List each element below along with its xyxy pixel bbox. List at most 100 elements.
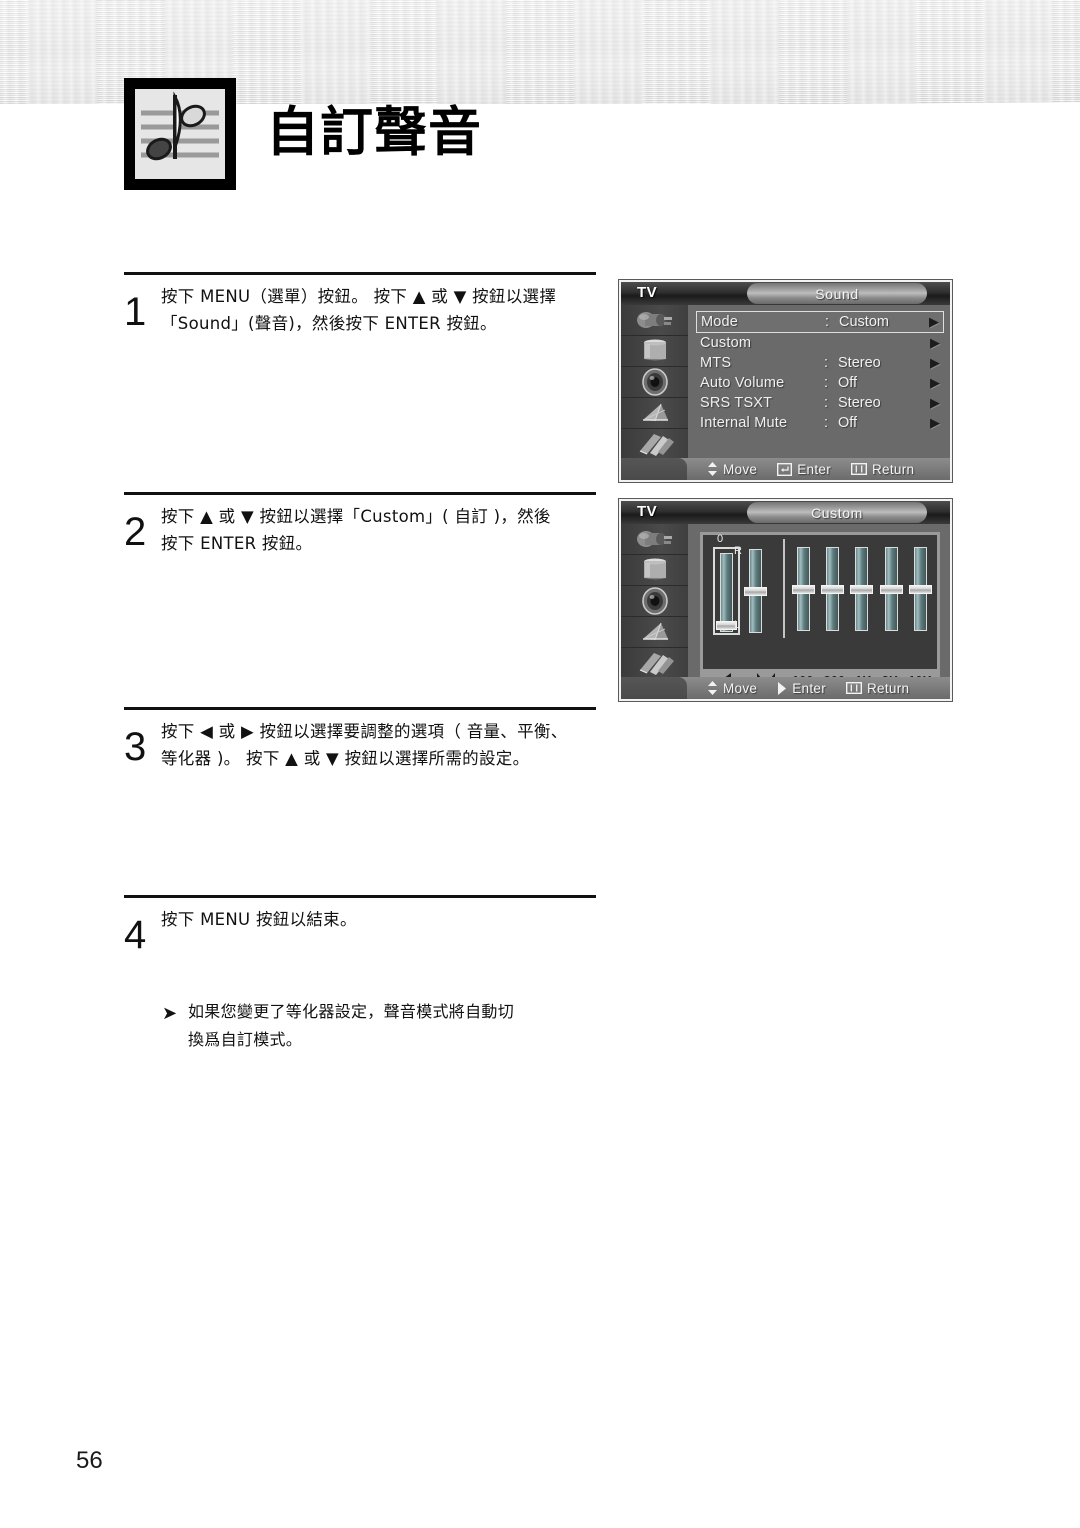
slider-knob[interactable] [879,585,903,594]
eq-slider-3k[interactable] [879,547,903,631]
step-text: 按下 MENU 按鈕以結束。 [161,903,357,933]
equalizer-inner: 0 R L [703,533,937,692]
sidebar-item-sound[interactable] [621,367,688,398]
step-number: 4 [124,913,147,957]
menu-value: Off [838,415,858,431]
slider-knob[interactable] [821,585,845,594]
eq-band-group [789,535,935,642]
slider-knob[interactable] [744,587,767,596]
sound-menu-list: Mode : Custom ▶ Custom ▶ MTS : Stereo ▶ … [696,311,944,433]
equalizer-panel: 0 R L [700,532,940,695]
sidebar-item-sound[interactable] [621,586,688,617]
step-text-line: 按下 ENTER 按鈕。 [161,534,313,554]
eq-slider-300[interactable] [821,547,845,631]
step-1: 1 按下 MENU（選單）按鈕。 按下 ▲ 或 ▼ 按鈕以選擇 「Sound」(… [124,272,596,338]
sidebar-item-display[interactable] [621,336,688,367]
chevron-right-icon: ▶ [930,415,940,430]
menu-row-mode[interactable]: Mode : Custom ▶ [696,311,944,333]
chevron-right-icon: ▶ [930,335,940,350]
menu-label: Auto Volume [700,375,785,391]
step-divider [124,492,596,495]
eq-slider-1k[interactable] [850,547,874,631]
menu-row-auto-volume[interactable]: Auto Volume : Off ▶ [696,373,944,393]
eq-slider-100[interactable] [792,547,816,631]
menu-row-internal-mute[interactable]: Internal Mute : Off ▶ [696,413,944,433]
menu-value: Stereo [838,355,881,371]
hint-label: Return [867,680,910,696]
hint-return: Return [846,681,909,696]
sidebar-item-setup[interactable] [621,429,688,460]
menu-colon: : [824,395,829,411]
display-monitor-icon [643,558,666,580]
group-divider [783,539,785,638]
osd-hint-bar: Move Enter Return [621,458,950,480]
note-text-line: 換爲自訂模式。 [188,1029,303,1049]
step-text-line: 按下 ▲ 或 ▼ 按鈕以選擇「Custom」( 自訂 )，然後 [161,507,551,526]
menu-colon: : [824,355,829,371]
section-icon-frame [124,78,236,190]
hint-bar-notch [621,677,687,699]
speaker-icon [641,587,668,615]
hint-label: Enter [792,680,826,696]
chevron-right-icon: ▶ [929,314,939,329]
channel-antenna-icon [642,622,668,641]
input-connector-icon [636,531,672,547]
slider-knob[interactable] [850,585,874,594]
hint-move: Move [707,681,757,696]
sidebar-item-channel[interactable] [621,617,688,648]
hint-move: Move [707,462,757,477]
note-arrow-icon: ➤ [162,1003,178,1023]
sidebar-item-display[interactable] [621,555,688,586]
chevron-right-icon: ▶ [930,375,940,390]
menu-label: SRS TSXT [700,395,773,411]
step-text: 按下 ◀ 或 ▶ 按鈕以選擇要調整的選項（ 音量、平衡、 等化器 )。 按下 ▲… [161,715,568,773]
note-text-line: 如果您變更了等化器設定，聲音模式將自動切 [188,1002,515,1021]
balance-slider[interactable] [744,549,767,633]
osd-title: Sound [815,285,859,302]
volume-balance-group: 0 R L [703,533,783,642]
menu-value: Stereo [838,395,881,411]
osd-title-pill: Sound [747,283,927,304]
speaker-icon [641,368,668,396]
step-text-line: 按下 MENU 按鈕以結束。 [161,910,357,929]
page-number: 56 [76,1447,103,1474]
hint-label: Enter [797,461,831,477]
osd-sidebar [621,524,688,699]
setup-tools-icon [639,653,674,675]
step-text: 按下 ▲ 或 ▼ 按鈕以選擇「Custom」( 自訂 )，然後 按下 ENTER… [161,500,551,558]
menu-colon: : [824,415,829,431]
sidebar-item-channel[interactable] [621,398,688,429]
menu-row-mts[interactable]: MTS : Stereo ▶ [696,353,944,373]
sidebar-item-input[interactable] [621,305,688,336]
slider-knob[interactable] [792,585,816,594]
setup-tools-icon [639,434,674,456]
osd-custom-equalizer: TV Custom 0 R L Move Enter Return [619,499,952,701]
up-down-arrows-icon [707,681,718,695]
hint-label: Move [723,461,758,477]
sidebar-item-input[interactable] [621,524,688,555]
step-divider [124,895,596,898]
step-3: 3 按下 ◀ 或 ▶ 按鈕以選擇要調整的選項（ 音量、平衡、 等化器 )。 按下… [124,707,596,773]
page-title: 自訂聲音 [266,101,482,163]
menu-label: MTS [700,355,732,371]
chevron-right-icon: ▶ [930,355,940,370]
step-4: 4 按下 MENU 按鈕以結束。 [124,895,596,956]
up-down-arrows-icon [707,462,718,476]
menu-row-srs-tsxt[interactable]: SRS TSXT : Stereo ▶ [696,393,944,413]
music-note-icon [135,89,225,179]
step-divider [124,707,596,710]
sidebar-item-setup[interactable] [621,648,688,679]
menu-value: Off [838,375,858,391]
slider-knob[interactable] [908,585,932,594]
return-menu-icon [851,463,867,475]
page-header: 自訂聲音 [124,78,482,190]
hint-label: Move [723,680,758,696]
osd-source-label: TV [637,284,658,301]
eq-slider-10k[interactable] [908,547,932,631]
hint-return: Return [851,462,914,477]
channel-antenna-icon [642,403,668,422]
hint-label: Return [872,461,915,477]
menu-colon: : [825,314,830,330]
menu-label: Mode [701,314,739,330]
menu-row-custom[interactable]: Custom ▶ [696,333,944,353]
